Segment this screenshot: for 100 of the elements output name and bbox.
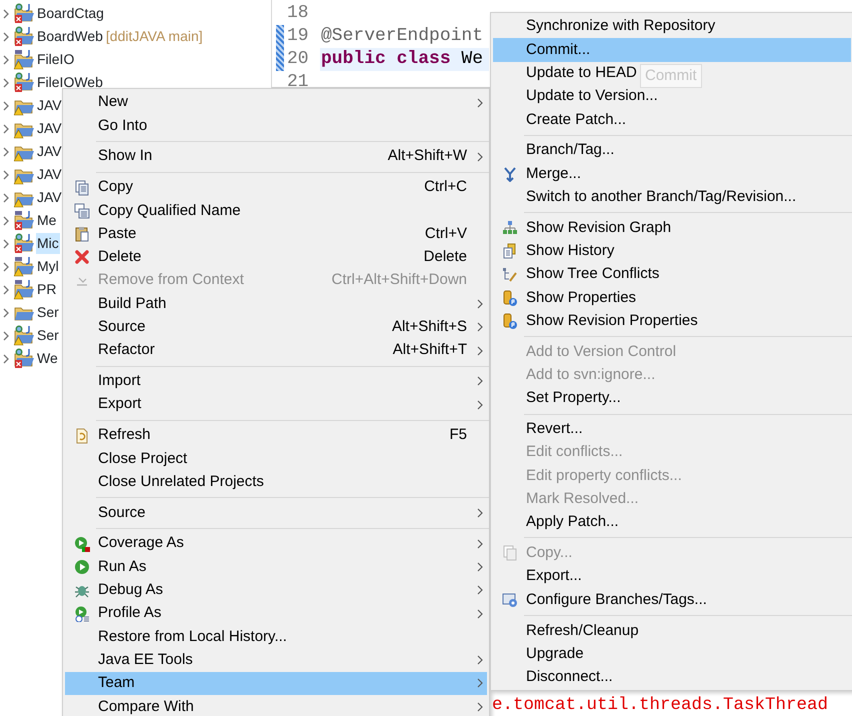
menu-item[interactable]: Show Revision Properties bbox=[526, 312, 698, 329]
menu-item[interactable]: Update to Version... bbox=[526, 87, 658, 104]
copy-icon bbox=[74, 202, 90, 219]
menu-item[interactable]: Disconnect... bbox=[526, 668, 613, 686]
menu-item[interactable]: Profile As bbox=[98, 604, 162, 622]
menu-item[interactable]: Create Patch... bbox=[526, 110, 626, 128]
copy-icon bbox=[74, 180, 90, 196]
menu-item[interactable]: Refresh bbox=[98, 426, 151, 444]
coverage-icon bbox=[74, 536, 90, 552]
properties-icon bbox=[502, 290, 518, 306]
console-output-text: e.tomcat.util.threads.TaskThread bbox=[491, 694, 828, 716]
clipboard-icon bbox=[74, 226, 90, 242]
web-project-icon bbox=[14, 348, 34, 369]
play-icon bbox=[74, 558, 90, 575]
project-tree-item[interactable]: Myl bbox=[36, 256, 60, 277]
menu-item[interactable]: Export bbox=[98, 395, 142, 412]
menu-item[interactable]: Delete bbox=[98, 248, 142, 266]
menu-item[interactable]: Show Properties bbox=[526, 288, 636, 306]
menu-item[interactable]: Switch to another Branch/Tag/Revision... bbox=[526, 188, 796, 205]
java-project-icon bbox=[14, 49, 34, 70]
shortcut-label: Ctrl+V bbox=[424, 224, 468, 244]
line-number: 21 bbox=[286, 71, 310, 94]
shortcut-label: Delete bbox=[424, 247, 468, 268]
menu-item[interactable]: Revert... bbox=[526, 420, 583, 438]
project-tree-item[interactable]: Me bbox=[36, 210, 58, 231]
line-number: 18 bbox=[286, 2, 310, 25]
repository-label: [dditJAVA main] bbox=[106, 27, 203, 46]
delete-icon bbox=[74, 249, 90, 266]
line-number: 20 bbox=[286, 48, 310, 71]
menu-item[interactable]: Merge... bbox=[526, 164, 582, 182]
menu-item[interactable]: Build Path bbox=[98, 294, 166, 312]
menu-item[interactable]: Source bbox=[98, 504, 146, 521]
tree-conflict-icon bbox=[502, 266, 518, 283]
shortcut-label: Alt+Shift+W bbox=[388, 146, 468, 166]
shortcut-label: Ctrl+Alt+Shift+Down bbox=[332, 270, 468, 290]
project-tree-item[interactable]: FileIO bbox=[36, 49, 76, 70]
project-tree-item[interactable]: BoardWeb bbox=[36, 26, 104, 47]
project-tree-item[interactable]: Ser bbox=[36, 302, 60, 323]
menu-item[interactable]: Update to HEAD bbox=[526, 64, 637, 81]
project-tree-item[interactable]: JAV bbox=[36, 95, 63, 116]
menu-item[interactable]: Show History bbox=[526, 242, 614, 260]
menu-item[interactable]: Show Revision Graph bbox=[526, 218, 672, 236]
menu-item[interactable]: Team bbox=[65, 672, 487, 696]
project-tree-item[interactable]: JAV bbox=[36, 164, 63, 185]
menu-item[interactable]: Compare With bbox=[98, 698, 194, 715]
java-project-icon bbox=[14, 256, 34, 277]
code-line: @ServerEndpoint bbox=[320, 25, 484, 48]
shortcut-label: F5 bbox=[449, 425, 468, 446]
menu-item[interactable]: Upgrade bbox=[526, 644, 584, 662]
project-tree-item[interactable]: JAV bbox=[36, 187, 63, 208]
project-tree-item[interactable]: JAV bbox=[36, 118, 63, 139]
menu-item[interactable]: Commit... bbox=[493, 38, 851, 62]
menu-item[interactable]: Export... bbox=[526, 567, 582, 584]
menu-item[interactable]: Apply Patch... bbox=[526, 513, 619, 530]
merge-icon bbox=[502, 166, 518, 182]
menu-item[interactable]: Import bbox=[98, 372, 141, 390]
project-tree-item[interactable]: JAV bbox=[36, 141, 63, 162]
menu-item[interactable]: Set Property... bbox=[526, 389, 621, 406]
web-project-icon bbox=[14, 325, 34, 346]
web-project-icon bbox=[14, 26, 34, 47]
configure-icon bbox=[502, 592, 518, 608]
web-project-icon bbox=[14, 233, 34, 254]
menu-item[interactable]: Refactor bbox=[98, 341, 155, 358]
java-project-icon bbox=[14, 210, 34, 231]
menu-item[interactable]: Show Tree Conflicts bbox=[526, 265, 660, 282]
project-tree-item[interactable]: Ser bbox=[36, 325, 60, 346]
hierarchy-icon bbox=[502, 220, 518, 236]
project-tree-item[interactable]: We bbox=[36, 348, 59, 369]
menu-item[interactable]: Configure Branches/Tags... bbox=[526, 590, 707, 608]
menu-item[interactable]: Restore from Local History... bbox=[98, 628, 287, 645]
menu-item[interactable]: Synchronize with Repository bbox=[526, 17, 716, 34]
menu-item[interactable]: Close Project bbox=[98, 450, 188, 467]
menu-item[interactable]: Coverage As bbox=[98, 534, 184, 552]
shortcut-label: Alt+Shift+T bbox=[392, 340, 468, 360]
copy-icon bbox=[502, 545, 518, 562]
menu-item[interactable]: Copy bbox=[98, 178, 134, 196]
line-number: 19 bbox=[286, 25, 310, 48]
menu-item[interactable]: Paste bbox=[98, 224, 136, 242]
menu-item[interactable]: Close Unrelated Projects bbox=[98, 472, 264, 490]
menu-item[interactable]: Go Into bbox=[98, 116, 148, 134]
profile-icon bbox=[74, 606, 90, 622]
menu-item[interactable]: Show In bbox=[98, 147, 152, 164]
properties-icon bbox=[502, 313, 518, 330]
project-tree-item[interactable]: Mic bbox=[36, 233, 60, 254]
shortcut-label: Ctrl+C bbox=[424, 177, 468, 198]
menu-item[interactable]: New bbox=[98, 93, 128, 110]
document-refresh-icon bbox=[74, 428, 90, 444]
menu-item[interactable]: Source bbox=[98, 318, 146, 336]
web-project-icon bbox=[14, 3, 34, 24]
menu-item[interactable]: Branch/Tag... bbox=[526, 141, 614, 158]
shortcut-label: Alt+Shift+S bbox=[392, 317, 468, 338]
web-project-icon bbox=[14, 72, 34, 93]
java-project-icon bbox=[14, 279, 34, 300]
project-tree-item[interactable]: BoardCtag bbox=[36, 3, 105, 24]
menu-item[interactable]: Java EE Tools bbox=[98, 650, 193, 668]
project-tree-item[interactable]: PR bbox=[36, 279, 58, 300]
menu-item[interactable]: Refresh/Cleanup bbox=[526, 622, 639, 639]
menu-item[interactable]: Debug As bbox=[98, 581, 164, 598]
menu-item[interactable]: Copy Qualified Name bbox=[98, 202, 241, 219]
menu-item[interactable]: Run As bbox=[98, 558, 146, 575]
